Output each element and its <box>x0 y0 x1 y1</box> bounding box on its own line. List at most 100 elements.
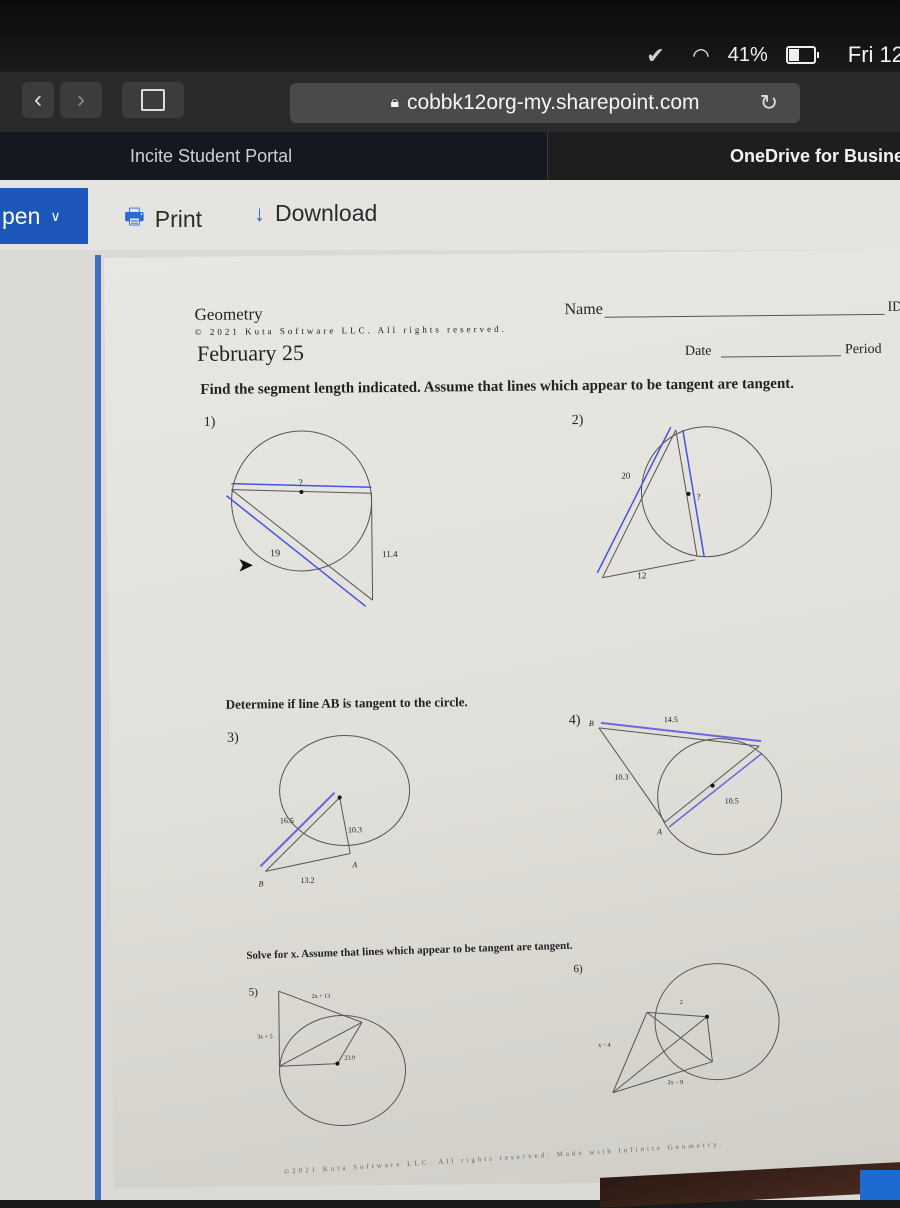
label-point-a: A <box>352 860 358 870</box>
problem-number: 3) <box>226 730 239 746</box>
problem-number: 4) <box>568 713 581 729</box>
label-radius: 10.3 <box>347 825 363 835</box>
mouse-cursor-icon: ➤ <box>237 554 255 577</box>
address-bar[interactable]: 🔒︎ cobbk12org-my.sharepoint.com ↻ <box>290 83 800 123</box>
command-bar: pen ∨ 🖶︎ Print ↓ Download <box>0 180 900 250</box>
print-label: Print <box>154 205 203 232</box>
problem-1-figure <box>226 430 374 607</box>
back-button[interactable]: ‹ <box>22 82 54 118</box>
battery-percent: 41% <box>727 43 768 66</box>
problem-6-figure <box>612 963 780 1094</box>
label-secant: 19 <box>270 548 281 560</box>
measure-arrow <box>600 721 762 743</box>
diagonal-2 <box>612 1016 708 1094</box>
page-selection-rail <box>95 255 101 1200</box>
instructions-solve-x: Solve for x. Assume that lines which app… <box>246 939 573 962</box>
tangent-left <box>278 991 280 1067</box>
worksheet-title: February 25 <box>196 339 305 367</box>
dock-corner <box>860 1170 900 1200</box>
label-diameter: 10.5 <box>724 796 739 806</box>
label-tangent: 12 <box>637 570 647 581</box>
check-badge-icon[interactable]: ✔ <box>646 43 674 68</box>
label-unknown: ? <box>696 491 701 502</box>
tangent-segment <box>602 559 696 579</box>
label-point-b: B <box>588 718 594 728</box>
tab-incite-student-portal[interactable]: Incite Student Portal <box>0 132 548 180</box>
instructions-tangent-check: Determine if line AB is tangent to the c… <box>225 694 468 712</box>
circle <box>231 430 373 572</box>
download-button[interactable]: ↓ Download <box>254 200 377 227</box>
label-tangent-top: 2x + 13 <box>311 993 331 1000</box>
secant-segment <box>231 489 373 601</box>
printer-icon: 🖶︎ <box>124 204 145 229</box>
center-point <box>710 783 715 788</box>
center-point <box>299 489 304 494</box>
circle <box>654 963 780 1081</box>
name-label: Name <box>564 300 603 319</box>
browser-toolbar: ‹ › 🔒︎ cobbk12org-my.sharepoint.com ↻ <box>0 72 900 132</box>
lock-icon: 🔒︎ <box>390 94 399 111</box>
label-radius: 2 <box>679 999 683 1007</box>
wifi-icon[interactable]: ◠ <box>692 43 709 68</box>
download-label: Download <box>275 200 378 226</box>
radius-2 <box>706 1016 713 1062</box>
label-secant: 20 <box>621 470 631 481</box>
tangent-1 <box>612 1012 648 1093</box>
circle <box>279 1015 407 1127</box>
measure-arrow <box>596 426 672 574</box>
tab-onedrive[interactable]: OneDrive for Busine <box>548 132 900 180</box>
print-button[interactable]: 🖶︎ Print <box>124 200 202 238</box>
subject-heading: Geometry <box>194 304 263 325</box>
label-tangent-2: 2x − 9 <box>667 1079 684 1087</box>
problem-number: 2) <box>571 412 584 429</box>
sidebar-icon <box>141 89 165 111</box>
instructions-segment-length: Find the segment length indicated. Assum… <box>200 375 795 398</box>
measure-arrow <box>226 495 367 607</box>
measure-arrow <box>259 791 336 868</box>
label-secant: 14.5 <box>663 715 678 725</box>
date-label: Date <box>684 343 712 359</box>
url-text: cobbk12org-my.sharepoint.com <box>406 91 700 114</box>
label-ab: 13.2 <box>300 875 315 885</box>
reload-icon[interactable]: ↻ <box>760 90 778 116</box>
label-tangent-1: x − 4 <box>598 1042 611 1049</box>
label-tangent: 10.3 <box>614 772 629 782</box>
footer-copyright: ©2021 Kuta Software LLC. All rights rese… <box>283 1140 725 1176</box>
status-area: ✔ ◠ 41% Fri 12 <box>646 42 900 68</box>
date-line <box>721 355 842 358</box>
tangent-segment <box>370 493 374 601</box>
problem-4-figure <box>598 721 783 856</box>
problem-number: 5) <box>248 986 258 999</box>
label-tangent: 11.4 <box>382 548 398 560</box>
label-point-a: A <box>656 827 662 837</box>
tab-label: OneDrive for Busine <box>729 145 900 166</box>
measure-arrow <box>668 752 763 828</box>
circle <box>657 738 783 856</box>
label-unknown: ? <box>298 477 303 489</box>
clock[interactable]: Fri 12 <box>848 42 900 68</box>
label-tangent-left: 3x + 5 <box>257 1034 273 1041</box>
macos-menubar: ✔ ◠ 41% Fri 12 <box>0 0 900 72</box>
open-button[interactable]: pen ∨ <box>0 188 88 244</box>
tangent-ba <box>598 727 666 823</box>
secant-segment <box>598 727 760 747</box>
radius-1 <box>279 1063 338 1067</box>
name-line <box>604 313 885 318</box>
segment-ab <box>265 852 351 872</box>
problem-number: 6) <box>573 963 583 976</box>
id-label: ID <box>887 299 900 315</box>
label-bo: 16.5 <box>279 816 294 826</box>
period-label: Period <box>844 341 882 358</box>
forward-button[interactable]: › <box>60 82 102 118</box>
download-arrow-icon: ↓ <box>254 200 265 226</box>
sidebar-toggle-button[interactable] <box>122 82 184 118</box>
problem-number: 1) <box>203 414 216 430</box>
open-label: pen <box>2 202 41 229</box>
chevron-left-icon: ‹ <box>34 86 42 113</box>
worksheet-page: Geometry © 2021 Kuta Software LLC. All r… <box>104 249 900 1188</box>
tab-bar: Incite Student Portal OneDrive for Busin… <box>0 132 900 180</box>
problem-2-figure <box>596 426 772 579</box>
battery-icon[interactable] <box>785 46 819 64</box>
chevron-right-icon: › <box>77 86 85 113</box>
label-radius: 23.9 <box>344 1055 355 1062</box>
